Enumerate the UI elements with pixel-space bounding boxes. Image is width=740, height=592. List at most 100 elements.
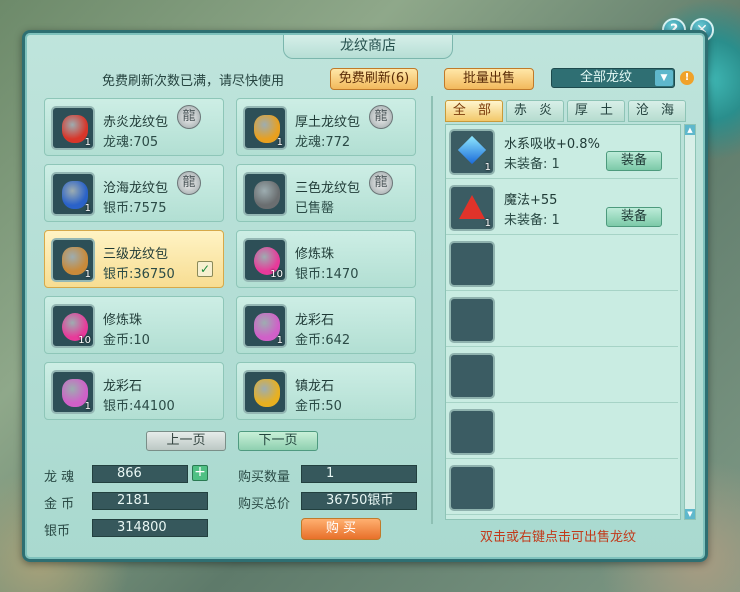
info-icon[interactable]: ! xyxy=(680,71,694,85)
pattern-slot: 1 xyxy=(449,185,495,231)
filter-selected-label: 全部龙纹 xyxy=(580,70,633,85)
item-name: 沧海龙纹包 xyxy=(103,181,169,196)
item-slot: 10 xyxy=(243,238,287,282)
item-slot: 1 xyxy=(51,238,95,282)
pattern-slot xyxy=(449,353,495,399)
free-refresh-button[interactable]: 免费刷新(6) xyxy=(330,68,418,90)
shop-item-card[interactable]: 1 龙彩石银币:44100 xyxy=(44,362,224,420)
item-name: 三级龙纹包 xyxy=(103,247,169,262)
item-price: 银币:7575 xyxy=(103,201,167,216)
item-count: 1 xyxy=(84,137,91,148)
equip-button[interactable]: 装备 xyxy=(606,151,662,171)
pattern-name: 水系吸收+0.8% xyxy=(504,137,600,152)
item-count: 10 xyxy=(270,269,283,280)
owned-pattern-list: 1 水系吸收+0.8% 未装备: 1 装备 1 魔法+55 未装备: 1 装备 xyxy=(445,124,681,520)
purchase-qty-input[interactable]: 1 xyxy=(301,465,417,483)
item-name: 厚土龙纹包 xyxy=(295,115,361,130)
item-count: 1 xyxy=(84,269,91,280)
owned-list-scrollbar[interactable]: ▲ ▼ xyxy=(684,124,696,520)
pattern-filter-dropdown[interactable]: 全部龙纹 ▼ xyxy=(551,68,675,88)
shop-item-card[interactable]: 1 沧海龙纹包 银币:7575 龍 xyxy=(44,164,224,222)
shop-item-card[interactable]: 1 赤炎龙纹包龙魂:705 龍 xyxy=(44,98,224,156)
gray-bag-icon xyxy=(254,181,280,209)
item-name: 三色龙纹包 xyxy=(295,181,361,196)
dragon-soul-label: 龙 魂 xyxy=(44,470,75,485)
refresh-notice: 免费刷新次数已满，请尽快使用 xyxy=(102,74,285,89)
item-name: 修炼珠 xyxy=(103,313,143,328)
pattern-unequipped-count: 未装备: 1 xyxy=(504,157,560,172)
item-slot xyxy=(243,172,287,216)
tab-0[interactable]: 全 部 xyxy=(445,100,503,122)
item-price: 银币:44100 xyxy=(103,399,175,414)
list-item[interactable]: 1 水系吸收+0.8% 未装备: 1 装备 xyxy=(446,125,678,179)
pattern-slot xyxy=(449,465,495,511)
item-price: 金币:50 xyxy=(295,399,342,414)
item-slot: 1 xyxy=(243,304,287,348)
list-item[interactable] xyxy=(446,405,678,459)
item-name: 龙彩石 xyxy=(103,379,143,394)
item-name: 镇龙石 xyxy=(295,379,335,394)
item-price: 金币:10 xyxy=(103,333,150,348)
shop-item-card[interactable]: 10 修炼珠金币:10 xyxy=(44,296,224,354)
dragon-emblem-icon: 龍 xyxy=(369,171,393,195)
item-price: 金币:642 xyxy=(295,333,351,348)
equip-button[interactable]: 装备 xyxy=(606,207,662,227)
pattern-count: 1 xyxy=(484,218,491,229)
pattern-count: 1 xyxy=(484,162,491,173)
shop-item-card[interactable]: 镇龙石金币:50 xyxy=(236,362,416,420)
tab-3[interactable]: 沧 海 xyxy=(628,100,686,122)
item-name: 龙彩石 xyxy=(295,313,335,328)
dragon-emblem-icon: 龍 xyxy=(177,105,201,129)
pattern-slot xyxy=(449,409,495,455)
add-dragon-soul-button[interactable]: + xyxy=(192,465,208,481)
item-count: 10 xyxy=(78,335,91,346)
item-name: 赤炎龙纹包 xyxy=(103,115,169,130)
dragon-soul-value: 866 xyxy=(92,465,188,483)
item-slot xyxy=(243,370,287,414)
gold-label: 金 币 xyxy=(44,497,75,512)
tab-1[interactable]: 赤 炎 xyxy=(506,100,564,122)
shop-item-card[interactable]: 10 修炼珠银币:1470 xyxy=(236,230,416,288)
batch-sell-button[interactable]: 批量出售 xyxy=(444,68,534,90)
item-slot: 1 xyxy=(51,106,95,150)
item-name: 修炼珠 xyxy=(295,247,335,262)
item-slot: 1 xyxy=(51,370,95,414)
list-item[interactable] xyxy=(446,237,678,291)
dragon-emblem-icon: 龍 xyxy=(369,105,393,129)
silver-value: 314800 xyxy=(92,519,208,537)
list-item[interactable] xyxy=(446,293,678,347)
item-price: 已售罄 xyxy=(295,201,335,216)
pattern-unequipped-count: 未装备: 1 xyxy=(504,213,560,228)
chevron-down-icon: ▼ xyxy=(655,70,673,86)
list-item[interactable]: 1 魔法+55 未装备: 1 装备 xyxy=(446,181,678,235)
shop-item-card[interactable]: 1 龙彩石金币:642 xyxy=(236,296,416,354)
next-page-button[interactable]: 下一页 xyxy=(238,431,318,451)
item-price: 银币:1470 xyxy=(295,267,359,282)
item-price: 龙魂:705 xyxy=(103,135,159,150)
tab-2[interactable]: 厚 土 xyxy=(567,100,625,122)
silver-label: 银币 xyxy=(44,524,71,539)
list-item[interactable] xyxy=(446,461,678,515)
item-count: 1 xyxy=(276,137,283,148)
scroll-down-icon[interactable]: ▼ xyxy=(685,509,695,519)
shop-item-card[interactable]: 1 三级龙纹包银币:36750 ✓ xyxy=(44,230,224,288)
selected-check-icon[interactable]: ✓ xyxy=(197,261,213,277)
item-count: 1 xyxy=(276,335,283,346)
scroll-up-icon[interactable]: ▲ xyxy=(685,125,695,135)
blue-diamond-icon xyxy=(457,135,487,165)
panel-divider xyxy=(431,96,433,524)
pattern-slot: 1 xyxy=(449,129,495,175)
shop-item-grid: 1 赤炎龙纹包 龙魂:705 龍 1 厚土龙纹包 龙魂:772 龍 1 沧海龙纹包 银币:7575 龍… xyxy=(44,98,418,420)
gold-ingot-icon xyxy=(254,379,280,407)
item-count: 1 xyxy=(84,203,91,214)
buy-button[interactable]: 购 买 xyxy=(301,518,381,540)
red-triangle-icon xyxy=(459,195,485,219)
list-item[interactable] xyxy=(446,349,678,403)
shop-item-card[interactable]: 1 厚土龙纹包 龙魂:772 龍 xyxy=(236,98,416,156)
item-slot: 10 xyxy=(51,304,95,348)
prev-page-button[interactable]: 上一页 xyxy=(146,431,226,451)
pattern-name: 魔法+55 xyxy=(504,193,558,208)
purchase-total-label: 购买总价 xyxy=(238,497,291,512)
item-price: 银币:36750 xyxy=(103,267,175,282)
shop-item-card[interactable]: 三色龙纹包已售罄 龍 xyxy=(236,164,416,222)
